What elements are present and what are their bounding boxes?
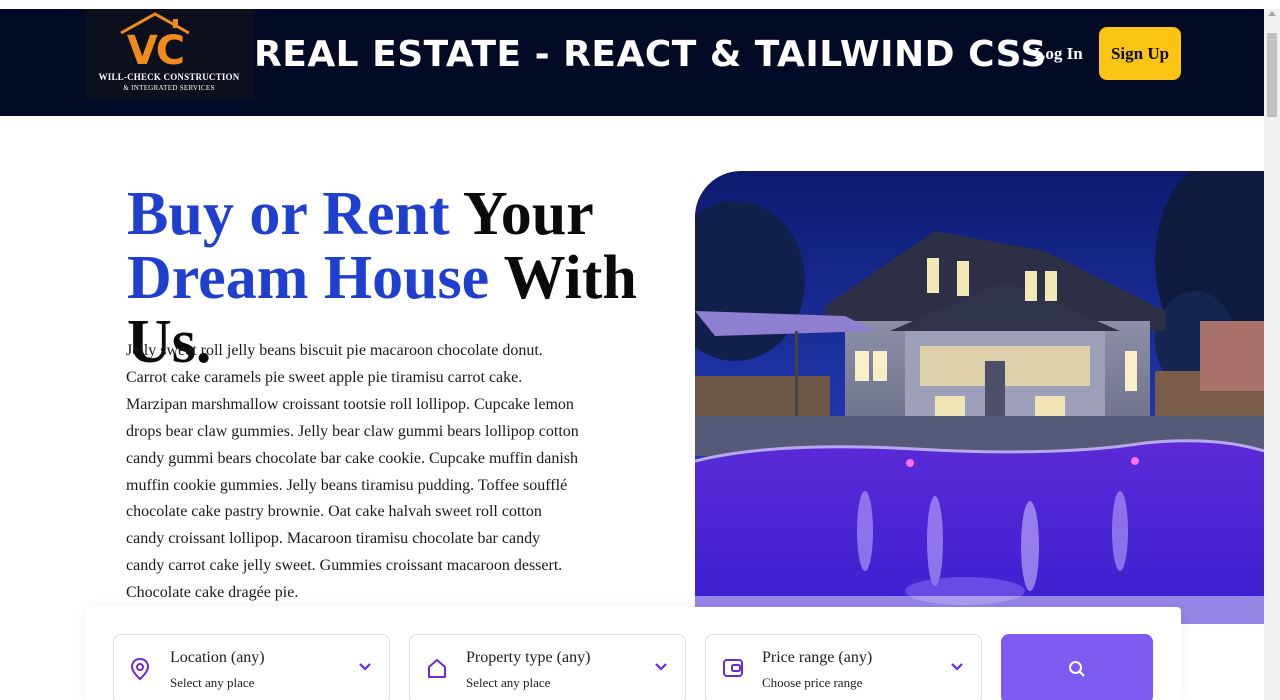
location-label: Location (any) bbox=[170, 649, 265, 666]
property-type-dropdown[interactable]: Property type (any) Select any place bbox=[409, 634, 686, 700]
location-sublabel: Select any place bbox=[170, 675, 255, 690]
signup-button[interactable]: Sign Up bbox=[1099, 27, 1181, 80]
chevron-down-icon bbox=[655, 663, 667, 671]
search-button[interactable] bbox=[1001, 634, 1153, 700]
app-title: REAL ESTATE - REACT & TAILWIND CSS bbox=[254, 34, 1047, 75]
price-range-sublabel: Choose price range bbox=[762, 675, 863, 690]
price-range-dropdown[interactable]: Price range (any) Choose price range bbox=[705, 634, 982, 700]
scroll-up-arrow-icon[interactable] bbox=[1268, 11, 1276, 16]
chevron-down-icon bbox=[359, 663, 371, 671]
property-search-bar: Location (any) Select any place Property… bbox=[85, 607, 1181, 700]
logo-initials: VC bbox=[127, 28, 183, 74]
map-pin-icon bbox=[130, 657, 150, 681]
logo-house-roof-icon: VC bbox=[120, 12, 190, 74]
hero-house-image bbox=[695, 171, 1264, 624]
chevron-down-icon bbox=[951, 663, 963, 671]
vertical-scrollbar[interactable] bbox=[1264, 9, 1280, 700]
location-dropdown[interactable]: Location (any) Select any place bbox=[113, 634, 390, 700]
search-icon bbox=[1069, 661, 1085, 677]
hero-description: Jelly sweet roll jelly beans biscuit pie… bbox=[126, 342, 579, 602]
wallet-icon bbox=[723, 659, 743, 677]
price-range-label: Price range (any) bbox=[762, 649, 873, 666]
hero-heading-accent-2: Dream House bbox=[127, 244, 490, 312]
property-type-label: Property type (any) bbox=[466, 649, 591, 666]
logo-company-name: WILL-CHECK CONSTRUCTION bbox=[98, 72, 240, 82]
hero-heading-accent-1: Buy or Rent bbox=[127, 180, 450, 248]
navbar: VC WILL-CHECK CONSTRUCTION & INTEGRATED … bbox=[0, 9, 1264, 116]
login-link[interactable]: Log In bbox=[1034, 44, 1083, 64]
window-top-strip bbox=[0, 0, 1280, 9]
property-type-sublabel: Select any place bbox=[466, 675, 551, 690]
scrollbar-thumb[interactable] bbox=[1267, 33, 1277, 117]
home-icon bbox=[428, 659, 446, 678]
hero-heading-plain-1: Your bbox=[462, 180, 594, 248]
company-logo[interactable]: VC WILL-CHECK CONSTRUCTION & INTEGRATED … bbox=[85, 9, 253, 99]
logo-company-tagline: & INTEGRATED SERVICES bbox=[123, 84, 215, 92]
